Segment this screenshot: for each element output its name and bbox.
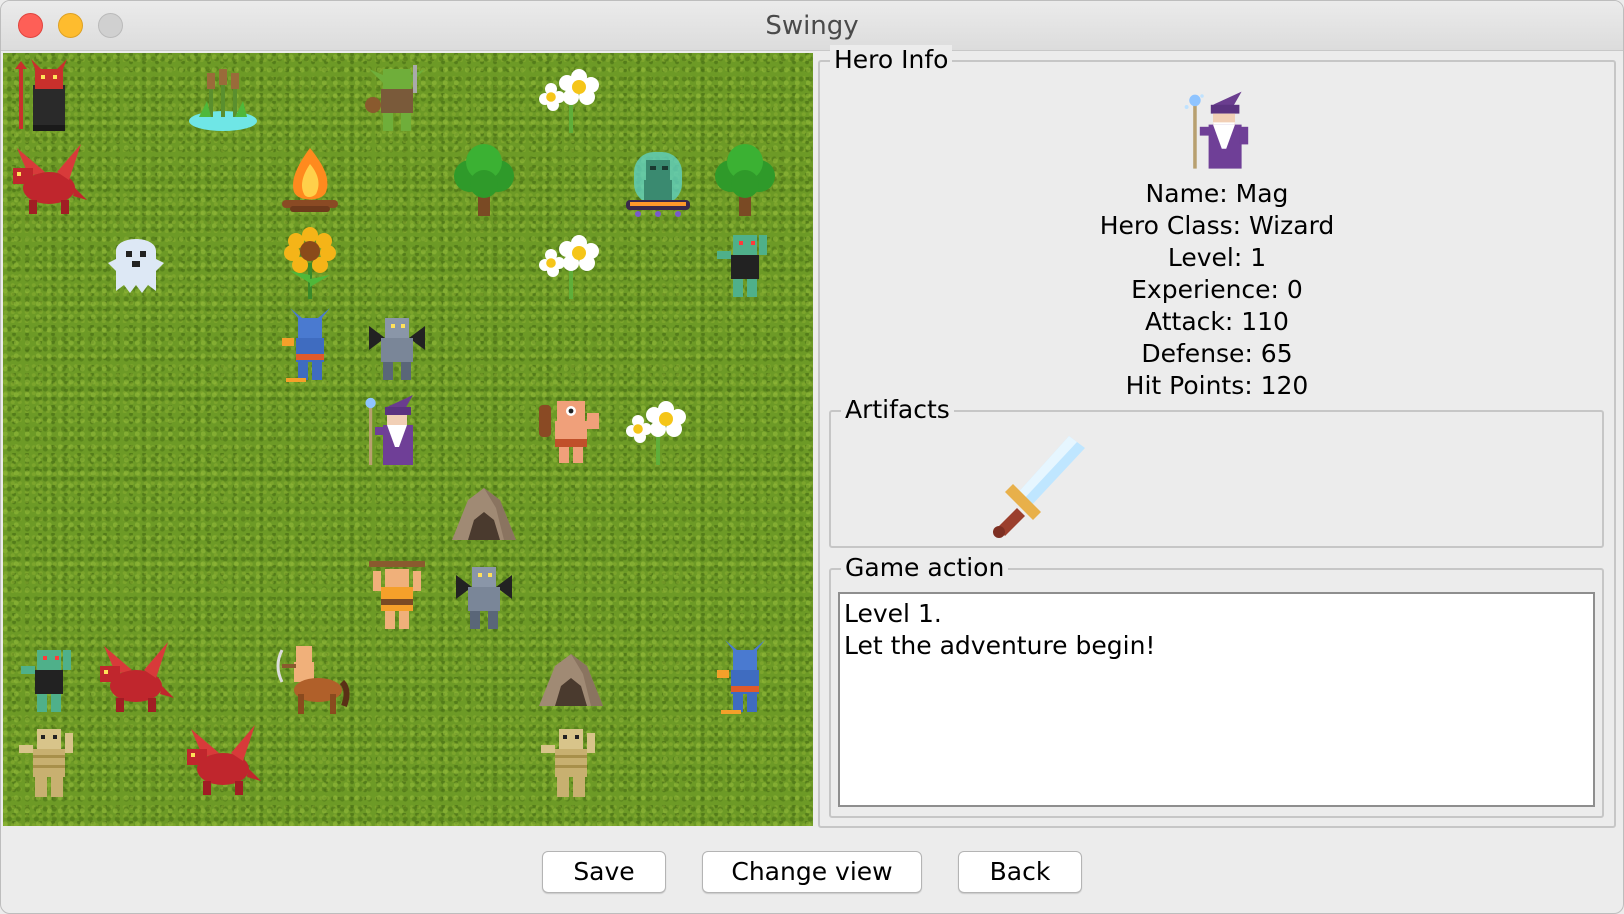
hero-stat-line: Experience: 0: [1131, 275, 1303, 304]
swamp-reeds-icon: [179, 53, 267, 141]
hero-stat-line: Name: Mag: [1145, 179, 1289, 208]
hero-stats: Name: Mag Hero Class: Wizard Level: 1 Exper…: [820, 178, 1614, 402]
hero-stat-line: Hero Class: Wizard: [1099, 211, 1335, 240]
hero-stat-line: Defense: 65: [1141, 339, 1293, 368]
cyclops-icon: [527, 385, 615, 473]
barbarian-icon: [353, 551, 441, 639]
back-button[interactable]: Back: [958, 851, 1082, 893]
mummy-icon: [527, 717, 615, 805]
game-log-textarea[interactable]: Level 1. Let the adventure begin!: [838, 592, 1595, 807]
daisy-flowers-icon: [527, 53, 615, 141]
wizard-icon: [353, 385, 441, 473]
save-button[interactable]: Save: [542, 851, 666, 893]
daisy-flowers-icon: [614, 385, 702, 473]
gargoyle-icon: [440, 551, 528, 639]
game-action-panel: Game action Level 1. Let the adventure b…: [829, 553, 1604, 818]
artifacts-legend: Artifacts: [841, 395, 954, 425]
mummy-icon: [5, 717, 93, 805]
hero-info-legend: Hero Info: [830, 45, 953, 75]
game-log-line: Let the adventure begin!: [844, 631, 1156, 660]
change-view-button[interactable]: Change view: [702, 851, 922, 893]
wizard-icon: [1180, 84, 1268, 174]
ghost-icon: [92, 219, 180, 307]
sunflower-icon: [266, 219, 354, 307]
window-title: Swingy: [765, 11, 859, 41]
cave-icon: [527, 634, 615, 722]
red-dragon-icon: [179, 717, 267, 805]
game-log-line: Level 1.: [844, 599, 942, 628]
game-map: [3, 53, 813, 826]
tree-icon: [440, 136, 528, 224]
campfire-icon: [266, 136, 354, 224]
game-action-legend: Game action: [841, 553, 1009, 583]
centaur-archer-icon: [266, 634, 354, 722]
alien-jar-icon: [614, 136, 702, 224]
devil-icon: [5, 53, 93, 141]
hero-stat-line: Attack: 110: [1145, 307, 1289, 336]
title-bar: Swingy: [1, 1, 1623, 51]
zombie-icon: [5, 634, 93, 722]
gargoyle-icon: [353, 302, 441, 390]
game-window: Swingy Hero Info Name: Mag Hero Class: Wi…: [0, 0, 1624, 914]
hero-stat-line: Level: 1: [1167, 243, 1267, 272]
red-dragon-icon: [5, 136, 93, 224]
blue-imp-icon: [701, 634, 789, 722]
sword-icon: [989, 432, 1089, 542]
cave-icon: [440, 468, 528, 556]
artifacts-panel: Artifacts: [829, 395, 1604, 548]
blue-imp-icon: [266, 302, 354, 390]
goblin-icon: [353, 53, 441, 141]
zombie-icon: [701, 219, 789, 307]
daisy-flowers-icon: [527, 219, 615, 307]
red-dragon-icon: [92, 634, 180, 722]
tree-icon: [701, 136, 789, 224]
